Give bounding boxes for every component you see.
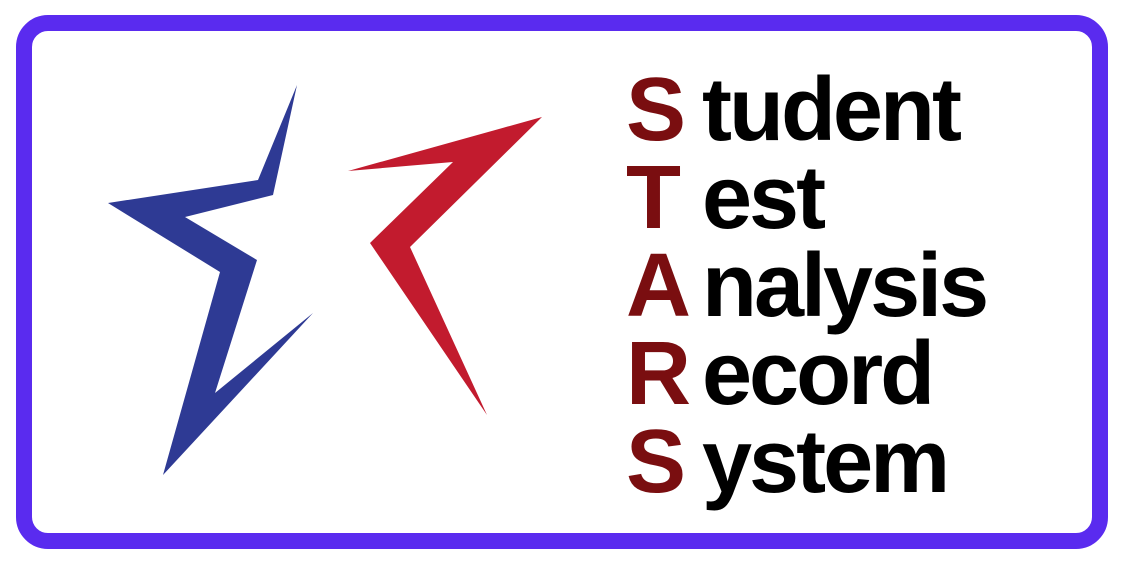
word: ystem [702, 412, 950, 512]
line-record: Record [626, 324, 986, 424]
initial: A [626, 236, 691, 336]
initial: S [626, 412, 686, 512]
blue-star-half [108, 85, 313, 475]
red-star-half [348, 117, 542, 415]
line-analysis: Analysis [626, 236, 989, 336]
word: ecord [702, 324, 935, 424]
initial: T [626, 148, 681, 248]
acronym-text: Student Test Analysis Record System [626, 60, 989, 512]
word: tudent [702, 60, 962, 160]
word: est [702, 148, 826, 248]
line-test: Test [626, 148, 986, 248]
word: nalysis [702, 236, 989, 336]
line-system: System [626, 412, 986, 512]
line-student: Student [626, 60, 986, 160]
initial: S [626, 60, 686, 160]
initial: R [626, 324, 691, 424]
